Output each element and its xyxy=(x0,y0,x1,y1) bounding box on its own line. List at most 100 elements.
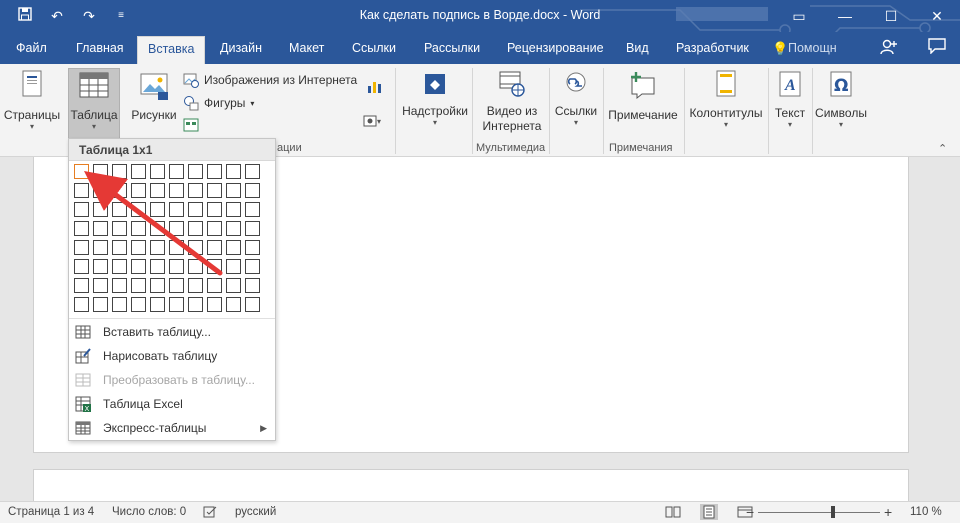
table-grid-cell[interactable] xyxy=(150,202,165,217)
table-grid-cell[interactable] xyxy=(74,221,89,236)
table-grid-cell[interactable] xyxy=(150,259,165,274)
table-grid-cell[interactable] xyxy=(226,164,241,179)
table-grid-cell[interactable] xyxy=(226,221,241,236)
table-grid-cell[interactable] xyxy=(112,164,127,179)
language-indicator[interactable]: русский xyxy=(235,506,276,518)
zoom-level[interactable]: 110 % xyxy=(910,506,942,518)
table-grid-cell[interactable] xyxy=(112,202,127,217)
online-video-button[interactable]: Видео из Интернета xyxy=(475,70,549,134)
table-grid-cell[interactable] xyxy=(169,164,184,179)
table-grid-cell[interactable] xyxy=(93,259,108,274)
pictures-button[interactable]: Рисунки xyxy=(128,72,180,122)
table-grid-cell[interactable] xyxy=(207,297,222,312)
table-grid-cell[interactable] xyxy=(112,259,127,274)
table-grid-cell[interactable] xyxy=(245,259,260,274)
table-grid-cell[interactable] xyxy=(245,183,260,198)
table-grid-cell[interactable] xyxy=(188,259,203,274)
table-grid-cell[interactable] xyxy=(150,278,165,293)
table-grid-cell[interactable] xyxy=(150,183,165,198)
table-grid-cell[interactable] xyxy=(207,183,222,198)
table-grid-cell[interactable] xyxy=(150,240,165,255)
table-grid-cell[interactable] xyxy=(131,183,146,198)
document-page[interactable] xyxy=(33,469,909,501)
minimize-button[interactable]: — xyxy=(822,0,868,32)
addins-button[interactable]: Надстройки ▾ xyxy=(398,70,472,128)
table-grid-cell[interactable] xyxy=(226,259,241,274)
zoom-in-button[interactable]: + xyxy=(884,504,892,520)
table-grid-cell[interactable] xyxy=(93,183,108,198)
tab-mailings[interactable]: Рассылки xyxy=(424,41,480,55)
table-grid-cell[interactable] xyxy=(207,240,222,255)
zoom-slider-track[interactable] xyxy=(758,512,880,513)
table-grid-cell[interactable] xyxy=(93,221,108,236)
zoom-slider-thumb[interactable] xyxy=(831,506,835,518)
table-grid-cell[interactable] xyxy=(93,202,108,217)
chart-button[interactable] xyxy=(366,78,382,94)
table-grid-cell[interactable] xyxy=(131,202,146,217)
table-grid-cell[interactable] xyxy=(188,183,203,198)
word-count[interactable]: Число слов: 0 xyxy=(112,506,186,518)
comment-button[interactable]: Примечание xyxy=(604,70,682,122)
table-grid-cell[interactable] xyxy=(188,202,203,217)
table-grid-picker[interactable] xyxy=(74,164,260,312)
table-grid-cell[interactable] xyxy=(207,202,222,217)
table-grid-cell[interactable] xyxy=(245,221,260,236)
draw-table-menu-item[interactable]: Нарисовать таблицу xyxy=(73,345,273,367)
table-grid-cell[interactable] xyxy=(150,164,165,179)
table-grid-cell[interactable] xyxy=(226,240,241,255)
table-grid-cell[interactable] xyxy=(131,278,146,293)
table-grid-cell[interactable] xyxy=(207,259,222,274)
table-grid-cell[interactable] xyxy=(93,297,108,312)
read-mode-icon[interactable] xyxy=(664,504,682,520)
ribbon-display-options-button[interactable]: ▭ xyxy=(776,0,822,32)
header-footer-button[interactable]: Колонтитулы ▾ xyxy=(686,70,766,130)
table-grid-cell[interactable] xyxy=(74,297,89,312)
table-grid-cell[interactable] xyxy=(169,278,184,293)
tab-insert[interactable]: Вставка xyxy=(137,36,206,64)
tab-file[interactable]: Файл xyxy=(16,41,47,55)
table-grid-cell[interactable] xyxy=(188,240,203,255)
maximize-button[interactable]: ☐ xyxy=(868,0,914,32)
table-grid-cell[interactable] xyxy=(93,240,108,255)
screenshot-button[interactable]: ▾ xyxy=(362,112,384,128)
excel-table-menu-item[interactable]: X Таблица Excel xyxy=(73,393,273,415)
table-grid-cell[interactable] xyxy=(112,183,127,198)
tab-references[interactable]: Ссылки xyxy=(352,41,396,55)
table-grid-cell[interactable] xyxy=(188,297,203,312)
table-grid-cell[interactable] xyxy=(112,221,127,236)
table-grid-cell[interactable] xyxy=(245,240,260,255)
print-layout-icon[interactable] xyxy=(700,504,718,520)
table-button[interactable]: Таблица ▾ xyxy=(68,72,120,132)
share-user-icon[interactable] xyxy=(880,38,898,61)
table-grid-cell[interactable] xyxy=(188,278,203,293)
table-grid-cell[interactable] xyxy=(150,297,165,312)
table-grid-cell[interactable] xyxy=(131,164,146,179)
symbols-button[interactable]: Ω Символы ▾ xyxy=(812,70,870,130)
table-grid-cell[interactable] xyxy=(131,297,146,312)
zoom-out-button[interactable]: − xyxy=(746,504,754,520)
table-grid-cell[interactable] xyxy=(112,278,127,293)
tab-design[interactable]: Дизайн xyxy=(220,41,262,55)
table-grid-cell[interactable] xyxy=(245,164,260,179)
page-count[interactable]: Страница 1 из 4 xyxy=(8,506,94,518)
table-grid-cell[interactable] xyxy=(74,164,89,179)
table-grid-cell[interactable] xyxy=(131,240,146,255)
smartart-button[interactable] xyxy=(183,117,199,133)
table-grid-cell[interactable] xyxy=(112,240,127,255)
tab-home[interactable]: Главная xyxy=(76,41,124,55)
tab-layout[interactable]: Макет xyxy=(289,41,324,55)
table-grid-cell[interactable] xyxy=(112,297,127,312)
table-grid-cell[interactable] xyxy=(169,183,184,198)
close-button[interactable]: ✕ xyxy=(914,0,960,32)
table-grid-cell[interactable] xyxy=(245,278,260,293)
table-grid-cell[interactable] xyxy=(226,297,241,312)
tab-view[interactable]: Вид xyxy=(626,41,649,55)
table-grid-cell[interactable] xyxy=(74,202,89,217)
proofing-icon[interactable] xyxy=(203,506,217,522)
tab-review[interactable]: Рецензирование xyxy=(507,41,604,55)
table-grid-cell[interactable] xyxy=(245,202,260,217)
table-grid-cell[interactable] xyxy=(131,259,146,274)
table-grid-cell[interactable] xyxy=(74,259,89,274)
tell-me-box[interactable]: Помощн xyxy=(788,41,837,55)
table-grid-cell[interactable] xyxy=(188,164,203,179)
